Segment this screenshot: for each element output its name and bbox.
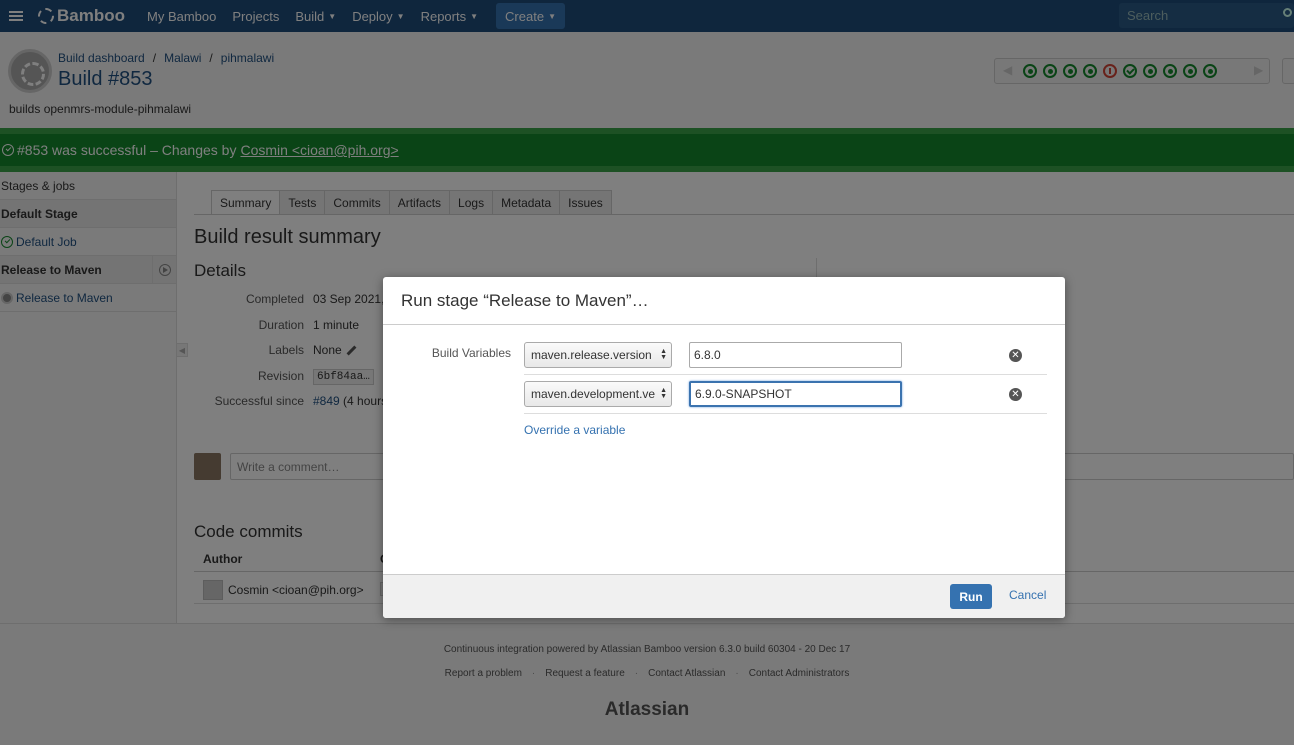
variable-value-input[interactable]: 6.9.0-SNAPSHOT <box>689 381 902 407</box>
remove-variable-icon[interactable]: ✕ <box>1009 349 1022 362</box>
variable-value-input[interactable]: 6.8.0 <box>689 342 902 368</box>
cancel-button[interactable]: Cancel <box>1009 588 1046 602</box>
build-variables-label: Build Variables <box>431 346 511 360</box>
select-arrows-icon: ▲ ▼ <box>660 387 667 400</box>
variable-name-select[interactable]: maven.release.version ▲ ▼ <box>524 342 672 368</box>
variable-row: maven.development.ve ▲ ▼ 6.9.0-SNAPSHOT ✕ <box>524 376 1047 414</box>
remove-variable-icon[interactable]: ✕ <box>1009 388 1022 401</box>
dialog-title: Run stage “Release to Maven”… <box>383 277 1065 325</box>
select-arrows-icon: ▲ ▼ <box>660 348 667 361</box>
dialog-footer: Run Cancel <box>383 574 1065 618</box>
variable-name-select[interactable]: maven.development.ve ▲ ▼ <box>524 381 672 407</box>
run-button[interactable]: Run <box>950 584 992 609</box>
override-variable-link[interactable]: Override a variable <box>524 423 625 437</box>
run-stage-dialog: Run stage “Release to Maven”… Build Vari… <box>383 277 1065 618</box>
variable-row: maven.release.version ▲ ▼ 6.8.0 ✕ <box>524 337 1047 375</box>
